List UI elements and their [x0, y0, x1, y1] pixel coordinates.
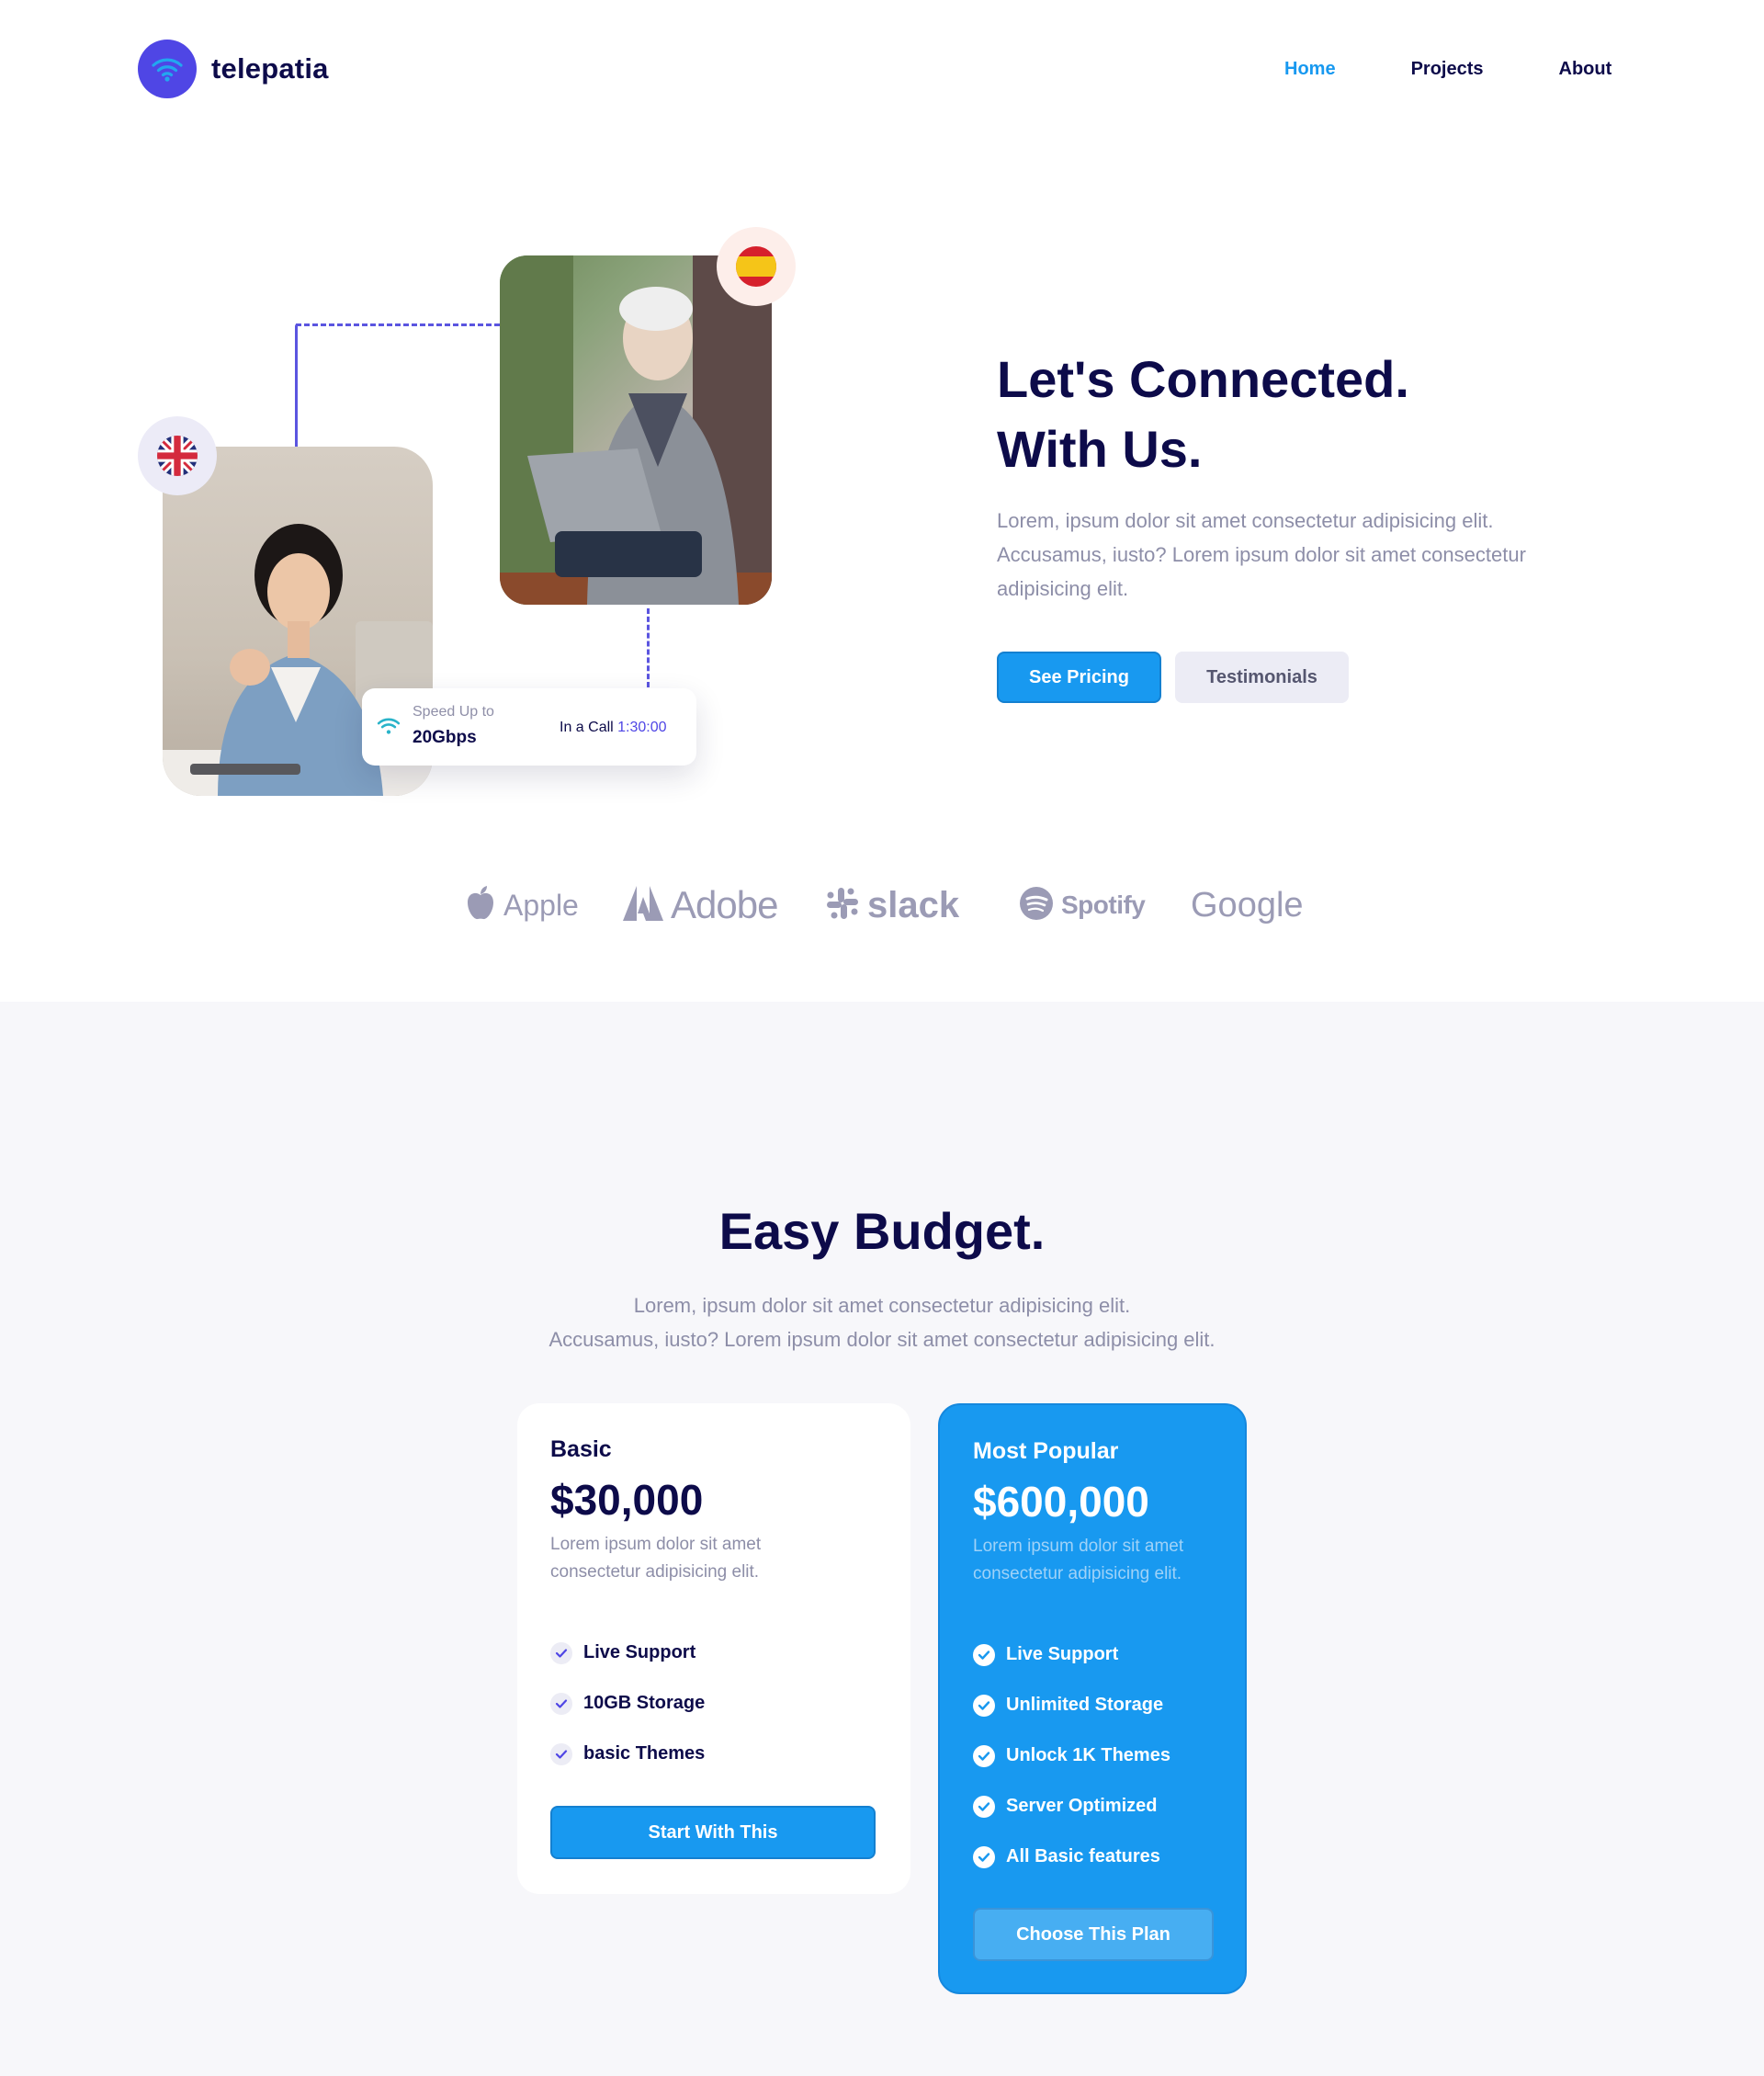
- brand-adobe-label: Adobe: [671, 883, 778, 926]
- pricing-description: Lorem, ipsum dolor sit amet consectetur …: [0, 1288, 1764, 1356]
- feature-label: Live Support: [1006, 1644, 1119, 1664]
- brand-spotify-label: Spotify: [1061, 891, 1146, 919]
- call-status: In a Call 1:30:00: [560, 720, 667, 736]
- feature-item: basic Themes: [550, 1729, 705, 1779]
- nav-about[interactable]: About: [1559, 57, 1612, 81]
- site-header: telepatia Home Projects About: [0, 0, 1764, 138]
- start-with-this-button[interactable]: Start With This: [550, 1806, 876, 1859]
- hero-description: Lorem, ipsum dolor sit amet consectetur …: [997, 509, 1526, 600]
- feature-item: All Basic features: [973, 1832, 1170, 1882]
- wifi-logo-icon: [138, 40, 197, 98]
- hero-title: Let's Connected. With Us.: [997, 345, 1409, 484]
- check-icon: [973, 1744, 995, 1767]
- hero-title-line-2: With Us.: [997, 420, 1203, 478]
- hero-title-line-1: Let's Connected.: [997, 350, 1409, 408]
- brand-spotify: Spotify: [1019, 878, 1146, 933]
- feature-label: Unlock 1K Themes: [1006, 1745, 1170, 1765]
- feature-label: All Basic features: [1006, 1846, 1160, 1866]
- nav-projects[interactable]: Projects: [1411, 57, 1484, 81]
- brand-name: telepatia: [211, 52, 329, 85]
- feature-item: Live Support: [973, 1629, 1170, 1680]
- plan-name: Basic: [550, 1436, 612, 1462]
- feature-label: basic Themes: [583, 1743, 706, 1764]
- feature-item: 10GB Storage: [550, 1678, 705, 1729]
- plan-card-most-popular: Most Popular $600,000 Lorem ipsum dolor …: [938, 1403, 1247, 1994]
- brand-google-label: Google: [1191, 885, 1304, 925]
- brand-adobe: Adobe: [623, 878, 778, 933]
- check-icon: [973, 1795, 995, 1818]
- check-icon: [973, 1845, 995, 1868]
- speed-value: 20Gbps: [413, 728, 477, 747]
- plan-description: Lorem ipsum dolor sit amet consectetur a…: [973, 1537, 1184, 1583]
- check-icon: [550, 1641, 572, 1664]
- spain-flag-icon: [736, 246, 776, 287]
- plan-description: Lorem ipsum dolor sit amet consectetur a…: [550, 1535, 762, 1582]
- feature-label: Server Optimized: [1006, 1796, 1158, 1816]
- connector-line-top: [296, 323, 500, 326]
- check-icon: [550, 1742, 572, 1765]
- nav-home[interactable]: Home: [1284, 57, 1336, 81]
- adobe-icon: [623, 885, 663, 925]
- pricing-title: Easy Budget.: [718, 1202, 1046, 1260]
- call-status-label: In a Call: [560, 720, 614, 735]
- check-icon: [550, 1692, 572, 1715]
- spain-flag-badge: [717, 227, 796, 306]
- main-nav: Home Projects About: [1284, 57, 1611, 81]
- testimonials-button[interactable]: Testimonials: [1175, 652, 1349, 703]
- call-status-card: Speed Up to 20Gbps In a Call 1:30:00: [362, 688, 696, 766]
- see-pricing-button[interactable]: See Pricing: [997, 652, 1161, 703]
- slack-icon: [825, 886, 860, 925]
- check-icon: [973, 1694, 995, 1717]
- check-icon: [973, 1643, 995, 1666]
- brand-slack: slack: [825, 878, 959, 933]
- brand-apple: Apple: [465, 878, 579, 933]
- connector-line-bottom: [647, 608, 650, 687]
- pricing-description-line-1: Lorem, ipsum dolor sit amet consectetur …: [633, 1294, 1131, 1317]
- speed-label: Speed Up to: [413, 704, 494, 720]
- brand-apple-label: Apple: [503, 888, 579, 922]
- brand-logos: Apple Adobe slack Spotify Google: [0, 878, 1764, 933]
- feature-item: Unlock 1K Themes: [973, 1730, 1170, 1781]
- plan-name: Most Popular: [973, 1438, 1119, 1464]
- feature-label: 10GB Storage: [583, 1693, 706, 1713]
- feature-label: Live Support: [583, 1642, 696, 1662]
- feature-item: Live Support: [550, 1628, 705, 1678]
- wifi-icon: [377, 716, 401, 741]
- plan-card-basic: Basic $30,000 Lorem ipsum dolor sit amet…: [517, 1403, 910, 1894]
- feature-item: Unlimited Storage: [973, 1680, 1170, 1730]
- brand-google: Google: [1191, 878, 1304, 933]
- apple-icon: [465, 885, 496, 925]
- call-timer: 1:30:00: [617, 720, 667, 735]
- plan-features: Live Support Unlimited Storage Unlock 1K…: [973, 1629, 1170, 1882]
- uk-flag-icon: [157, 436, 198, 476]
- uk-flag-badge: [138, 416, 217, 495]
- plan-price: $30,000: [550, 1476, 704, 1524]
- man-laptop-photo: [500, 255, 772, 605]
- feature-item: Server Optimized: [973, 1781, 1170, 1832]
- feature-label: Unlimited Storage: [1006, 1695, 1164, 1715]
- brand-slack-label: slack: [867, 884, 960, 925]
- logo-link[interactable]: telepatia: [138, 40, 329, 98]
- plan-features: Live Support 10GB Storage basic Themes: [550, 1628, 705, 1779]
- connector-line-left: [295, 323, 298, 447]
- choose-this-plan-button[interactable]: Choose This Plan: [973, 1908, 1214, 1961]
- pricing-description-line-2: Accusamus, iusto? Lorem ipsum dolor sit …: [548, 1328, 1216, 1351]
- spotify-icon: [1019, 886, 1054, 925]
- plan-price: $600,000: [973, 1478, 1149, 1526]
